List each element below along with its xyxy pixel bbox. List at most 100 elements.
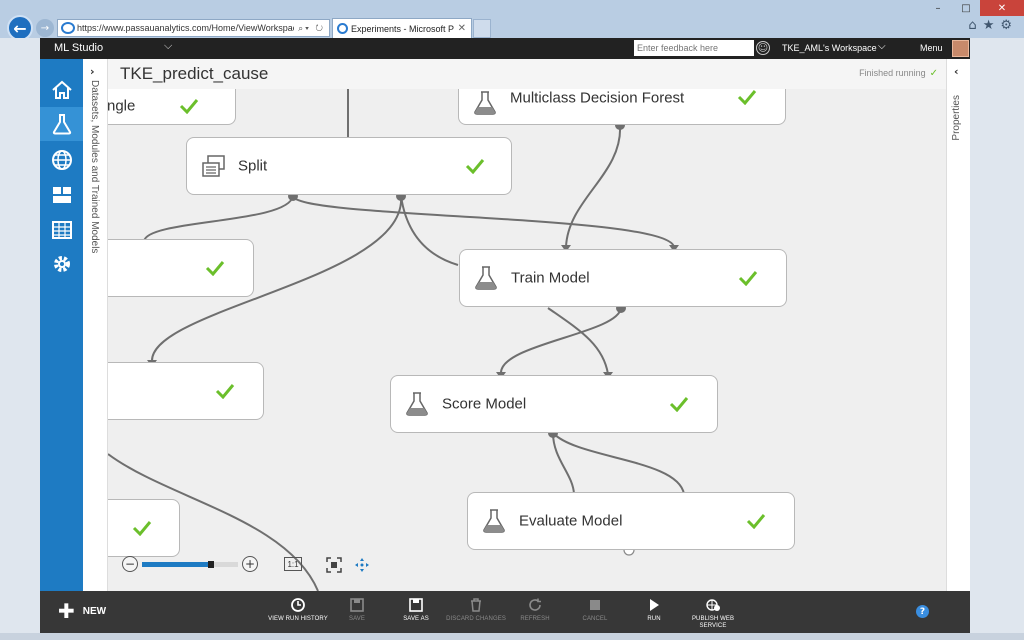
module-label: Score Model <box>442 395 527 413</box>
menu-button[interactable]: Menu <box>920 43 943 53</box>
flask-icon <box>483 509 505 533</box>
tab-favicon-icon <box>337 23 348 34</box>
workspace-name[interactable]: TKE_AML's Workspace <box>782 43 877 53</box>
new-tab-button[interactable] <box>473 19 491 38</box>
fit-to-screen-icon[interactable] <box>326 557 342 573</box>
check-icon <box>669 396 689 413</box>
flask-icon <box>474 91 496 115</box>
gear-icon <box>53 256 70 272</box>
module-score-model[interactable]: Score Model <box>390 375 718 433</box>
zoom-out-button[interactable]: − <box>122 556 138 572</box>
module-label: Evaluate Model <box>519 512 623 530</box>
check-icon <box>205 260 225 277</box>
address-tools[interactable]: ⌕▾ ↻ <box>294 23 329 34</box>
forward-button[interactable]: → <box>36 19 54 37</box>
tiles-icon <box>52 187 71 203</box>
home-icon[interactable]: ⌂ <box>968 18 976 33</box>
expand-properties-chevron-icon[interactable]: ‹ <box>954 65 959 78</box>
zoom-slider[interactable] <box>142 561 238 568</box>
pan-icon[interactable] <box>354 557 370 573</box>
check-icon <box>746 513 766 530</box>
check-icon <box>215 383 235 400</box>
favorites-star-icon[interactable]: ★ <box>983 18 995 33</box>
window-controls: – □ ✕ <box>924 0 1024 16</box>
module-palette: › Datasets, Modules and Trained Models <box>83 59 108 591</box>
settings-gear-icon[interactable]: ⚙ <box>1000 18 1012 33</box>
new-label: NEW <box>82 605 107 617</box>
nav-web-services[interactable] <box>40 143 83 177</box>
address-bar[interactable]: https://www.passauanalytics.com/Home/Vie… <box>57 19 330 37</box>
connector-score-evaluate-1 <box>552 432 575 495</box>
home-icon <box>51 80 72 99</box>
bottom-toolbar: ✚ NEW VIEW RUN HISTORY SAVE SAVE AS DISC… <box>40 591 970 633</box>
trash-icon <box>471 598 481 612</box>
nav-settings[interactable] <box>40 247 83 281</box>
module-partial-left-3[interactable] <box>108 499 180 557</box>
experiment-title[interactable]: TKE_predict_cause <box>120 64 268 84</box>
run-status: Finished running ✓ <box>859 68 938 79</box>
save-icon <box>350 598 364 612</box>
module-label: Split <box>238 157 268 175</box>
publish-web-service-button[interactable]: PUBLISH WEB SERVICE <box>678 598 748 630</box>
flask-icon <box>406 392 428 416</box>
smiley-icon[interactable]: ☺ <box>756 41 770 55</box>
canvas-header: TKE_predict_cause Finished running ✓ <box>108 59 946 89</box>
nav-trained-models[interactable] <box>40 213 83 247</box>
nav-experiments[interactable] <box>40 107 83 141</box>
minimize-button[interactable]: – <box>924 0 952 16</box>
toolbar-label: PUBLISH WEB SERVICE <box>691 616 735 629</box>
module-split[interactable]: Split <box>186 137 512 195</box>
new-button[interactable]: ✚ NEW <box>58 601 106 621</box>
module-evaluate-model[interactable]: Evaluate Model <box>467 492 795 550</box>
app-header: ML Studio ⌵ ☺ TKE_AML's Workspace ⌵ Menu <box>40 38 970 59</box>
zoom-slider-thumb[interactable] <box>208 561 215 568</box>
globe-publish-icon <box>706 599 720 611</box>
check-icon <box>179 98 199 114</box>
palette-label[interactable]: Datasets, Modules and Trained Models <box>89 80 100 253</box>
status-check-icon: ✓ <box>929 68 938 79</box>
experiment-canvas[interactable]: TKE_predict_cause Finished running ✓ ngle… <box>108 59 946 591</box>
workspace-chevron-icon[interactable]: ⌵ <box>878 41 886 52</box>
refresh-icon <box>529 598 541 611</box>
zoom-slider-fill <box>142 562 212 567</box>
module-label: Train Model <box>511 269 590 287</box>
save-icon <box>409 598 423 612</box>
connector-split-left-1 <box>143 195 294 242</box>
play-icon <box>650 599 659 611</box>
connector-split-train-2 <box>400 195 459 266</box>
maximize-button[interactable]: □ <box>952 0 980 16</box>
nav-datasets[interactable] <box>40 178 83 212</box>
zoom-in-button[interactable]: + <box>242 556 258 572</box>
browser-margin-bottom <box>0 633 1024 640</box>
module-partial-left-2[interactable] <box>108 362 264 420</box>
table-icon <box>51 221 72 239</box>
browser-margin-left <box>0 38 40 640</box>
zoom-controls: − + 1:1 <box>122 554 372 576</box>
globe-icon <box>51 150 72 170</box>
avatar[interactable] <box>952 40 969 57</box>
help-icon[interactable]: ? <box>916 605 929 618</box>
browser-chrome: – □ ✕ ← → https://www.passauanalytics.co… <box>0 0 1024 41</box>
run-status-text: Finished running <box>859 68 926 78</box>
browser-tab[interactable]: Experiments - Microsoft Pa... ✕ <box>332 18 472 38</box>
app-switcher-chevron-icon[interactable]: ⌵ <box>164 40 172 53</box>
close-window-button[interactable]: ✕ <box>980 0 1024 16</box>
module-partial-left-1[interactable] <box>108 239 254 297</box>
expand-palette-chevron-icon[interactable]: › <box>90 65 95 78</box>
check-icon <box>465 158 485 175</box>
app-name[interactable]: ML Studio <box>54 42 103 54</box>
ie-logo-icon <box>61 22 75 34</box>
module-label: ngle <box>108 97 136 115</box>
stop-icon <box>590 600 600 610</box>
address-url[interactable]: https://www.passauanalytics.com/Home/Vie… <box>77 23 294 33</box>
connector-split-train <box>292 195 675 248</box>
check-icon <box>132 520 152 537</box>
properties-label[interactable]: Properties <box>951 95 962 141</box>
actual-size-button[interactable]: 1:1 <box>284 557 302 571</box>
tab-close-icon[interactable]: ✕ <box>458 23 466 34</box>
module-train-model[interactable]: Train Model <box>459 249 787 307</box>
plus-icon: ✚ <box>58 599 75 623</box>
properties-panel: ‹ Properties <box>946 59 970 591</box>
nav-home[interactable] <box>40 73 83 107</box>
feedback-input[interactable] <box>634 40 754 56</box>
